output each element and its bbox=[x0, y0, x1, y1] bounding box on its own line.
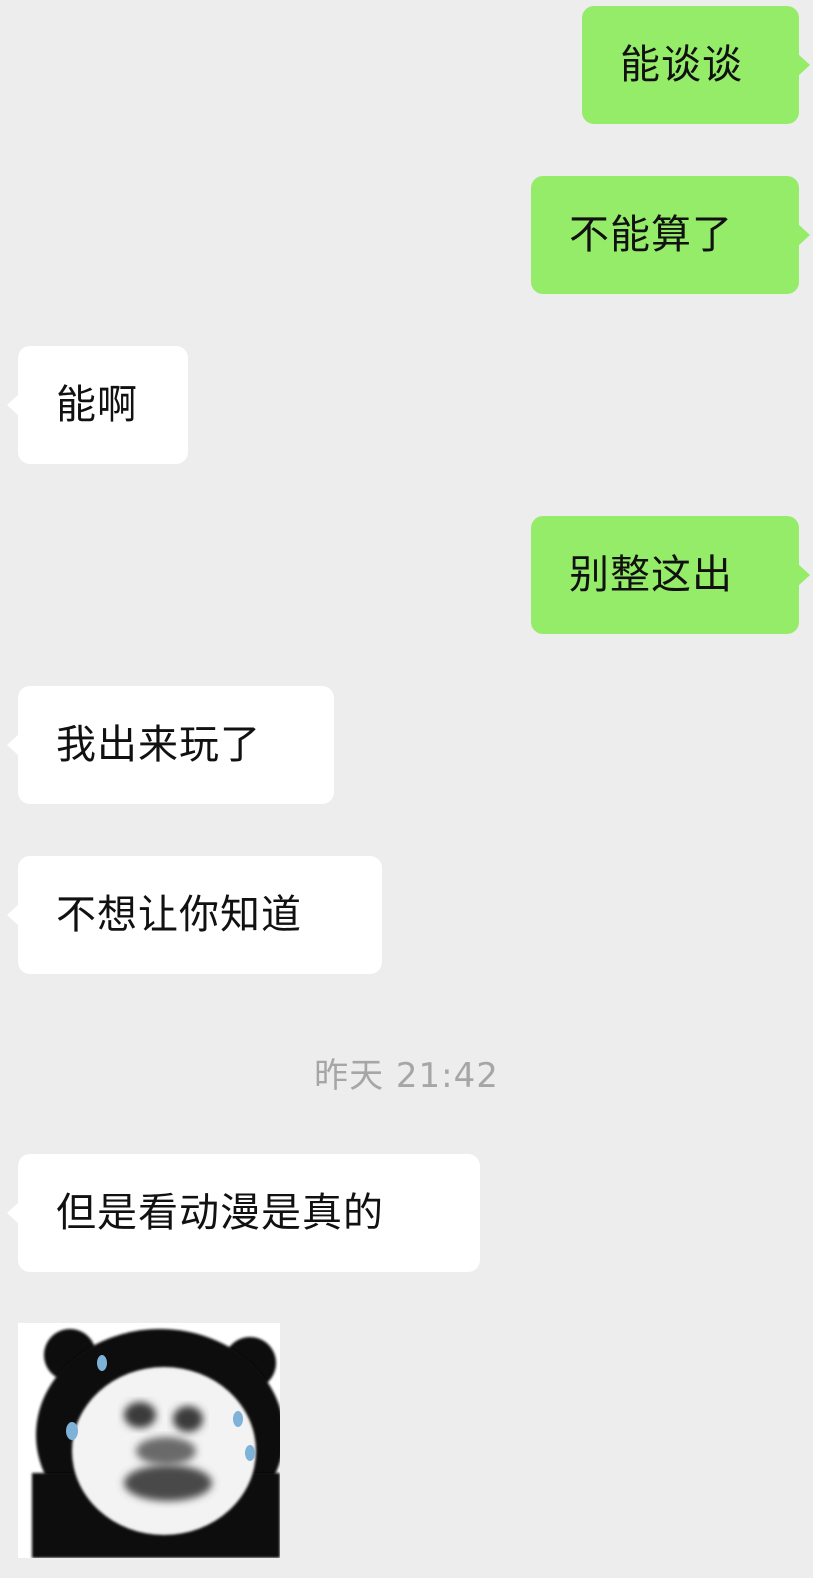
message-text: 但是看动漫是真的 bbox=[56, 1190, 384, 1236]
message-bubble-received[interactable]: 我出来玩了 bbox=[7, 686, 334, 804]
crying-bear-meme-icon bbox=[18, 1323, 280, 1558]
sticker-message[interactable] bbox=[18, 1323, 280, 1558]
message-text: 别整这出 bbox=[569, 552, 733, 598]
message-text: 我出来玩了 bbox=[56, 722, 261, 768]
message-bubble-sent[interactable]: 不能算了 bbox=[531, 176, 810, 294]
message-bubble-received[interactable]: 能啊 bbox=[7, 346, 188, 464]
message-text: 不想让你知道 bbox=[56, 892, 302, 938]
message-bubble-sent[interactable]: 能谈谈 bbox=[582, 6, 810, 124]
message-bubble-received[interactable]: 但是看动漫是真的 bbox=[7, 1154, 480, 1272]
message-timestamp: 昨天 21:42 bbox=[314, 1056, 499, 1096]
message-text: 能啊 bbox=[56, 382, 138, 428]
message-bubble-sent[interactable]: 别整这出 bbox=[531, 516, 810, 634]
message-text: 能谈谈 bbox=[620, 42, 743, 88]
chat-area: 能谈谈 不能算了 能啊 别整这出 我出来玩了 不想让你知道 昨天 21:42 但… bbox=[0, 0, 813, 1578]
message-text: 不能算了 bbox=[569, 212, 733, 258]
message-bubble-received[interactable]: 不想让你知道 bbox=[7, 856, 382, 974]
